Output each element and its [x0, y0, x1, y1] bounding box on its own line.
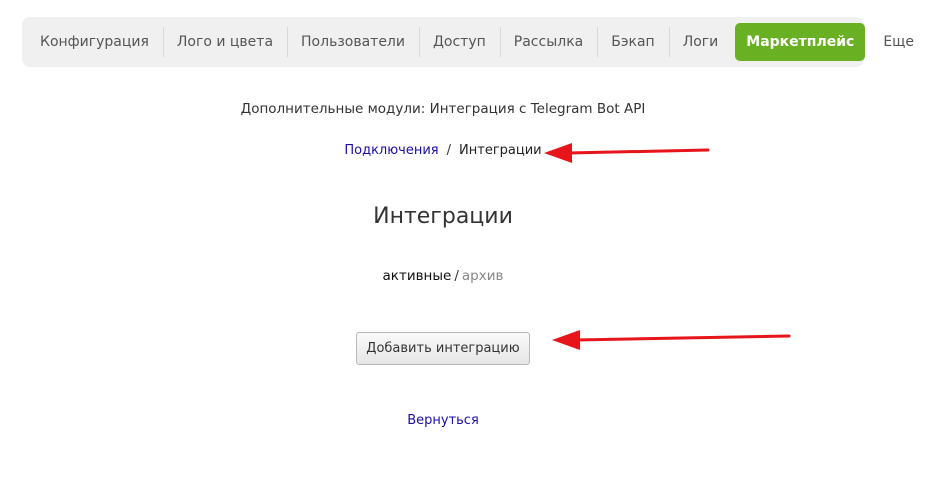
add-integration-button[interactable]: Добавить интеграцию [356, 332, 530, 365]
settings-tabbar: Конфигурация Лого и цвета Пользователи Д… [22, 17, 914, 67]
back-link-container: Вернуться [0, 413, 886, 428]
breadcrumb-separator: / [446, 143, 452, 158]
tab-configuration[interactable]: Конфигурация [26, 27, 163, 57]
status-filter: активные / архив [0, 268, 886, 284]
breadcrumb: Подключения / Интеграции [0, 143, 886, 158]
breadcrumb-link-connections[interactable]: Подключения [344, 143, 438, 158]
filter-separator: / [454, 268, 459, 284]
tab-logo-colors[interactable]: Лого и цвета [162, 27, 287, 57]
arrow-to-add-button [552, 330, 791, 350]
tab-more[interactable]: Еще [869, 27, 928, 57]
tab-marketplace[interactable]: Маркетплейс [735, 23, 866, 61]
tab-backup[interactable]: Бэкап [597, 27, 668, 57]
module-title: Дополнительные модули: Интеграция с Tele… [240, 101, 646, 117]
tab-mailing[interactable]: Рассылка [499, 27, 597, 57]
breadcrumb-current: Интеграции [459, 143, 542, 158]
filter-active[interactable]: активные [383, 268, 452, 284]
tab-logs[interactable]: Логи [668, 27, 733, 57]
page-title: Интеграции [373, 204, 513, 229]
back-link[interactable]: Вернуться [407, 413, 479, 428]
tab-users[interactable]: Пользователи [287, 27, 419, 57]
filter-archive[interactable]: архив [462, 268, 504, 284]
tab-access[interactable]: Доступ [418, 27, 500, 57]
